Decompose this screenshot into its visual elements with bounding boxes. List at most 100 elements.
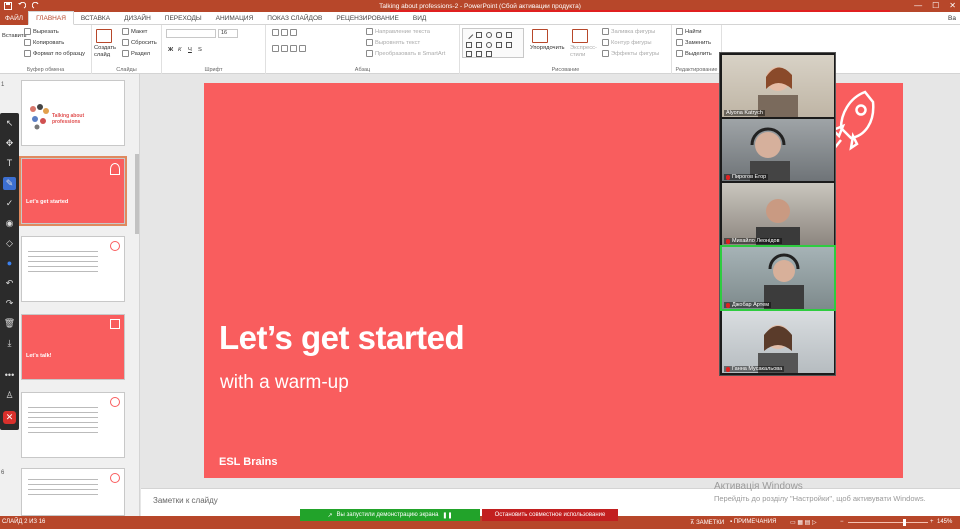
replace-button[interactable]: Заменить xyxy=(676,39,711,46)
rectangle-shape-icon[interactable] xyxy=(476,32,482,38)
rounded-rectangle-shape-icon[interactable] xyxy=(496,32,502,38)
paste-button[interactable]: Вставить xyxy=(2,33,27,39)
arrange-label[interactable]: Упорядочить xyxy=(530,45,565,51)
layout-button[interactable]: Макет xyxy=(122,28,147,35)
tab-view[interactable]: ВИД xyxy=(406,12,433,25)
italic-button[interactable]: К xyxy=(178,47,181,53)
slide-thumbnail-4[interactable]: Let’s talk! xyxy=(21,314,125,380)
align-buttons[interactable] xyxy=(272,45,306,52)
reset-button[interactable]: Сбросить xyxy=(122,39,157,46)
oval-shape-icon[interactable] xyxy=(486,32,492,38)
participant-video[interactable]: Михайло Леонідов xyxy=(722,183,834,245)
quick-styles-label[interactable]: Экспресс-стили xyxy=(570,45,600,59)
underline-button[interactable]: Ч xyxy=(188,47,192,53)
close-button[interactable]: ✕ xyxy=(949,1,956,10)
user-account[interactable]: Ва xyxy=(948,15,960,22)
tab-design[interactable]: ДИЗАЙН xyxy=(117,12,158,25)
slides-group: Создать слайд Макет Сбросить Раздел Слай… xyxy=(92,25,162,74)
color-picker-icon[interactable]: ● xyxy=(3,257,16,270)
zoom-slider-handle[interactable] xyxy=(903,519,906,526)
bold-button[interactable]: Ж xyxy=(168,47,173,53)
tab-insert[interactable]: ВСТАВКА xyxy=(74,12,117,25)
zoom-out-button[interactable]: − xyxy=(840,519,844,525)
participant-video[interactable]: Ганна Мусакальова xyxy=(722,311,834,373)
align-text-button[interactable]: Выровнять текст xyxy=(366,39,420,46)
new-slide-button[interactable] xyxy=(96,29,112,43)
slide-heading[interactable]: Let’s get started xyxy=(219,319,465,357)
notes-placeholder[interactable]: Заметки к слайду xyxy=(153,496,218,505)
participant-video-active[interactable]: Джобар Артем xyxy=(720,245,836,311)
callout-shape-icon[interactable] xyxy=(486,51,492,57)
text-icon[interactable]: T xyxy=(3,157,16,170)
check-icon[interactable]: ✓ xyxy=(3,197,16,210)
tab-review[interactable]: РЕЦЕНЗИРОВАНИЕ xyxy=(329,12,406,25)
font-size-select[interactable]: 16 xyxy=(218,29,238,38)
notes-toggle[interactable]: ⊼ ЗАМЕТКИ xyxy=(690,519,724,526)
zoom-slider[interactable] xyxy=(848,522,928,523)
slide-thumbnail-2[interactable]: Let’s get started xyxy=(19,156,127,226)
slide-thumbnail-6[interactable] xyxy=(21,468,125,516)
cut-button[interactable]: Вырезать xyxy=(24,28,59,35)
spotlight-icon[interactable]: ◉ xyxy=(3,217,16,230)
shape-effects-button[interactable]: Эффекты фигуры xyxy=(602,50,659,57)
shapes-gallery[interactable] xyxy=(462,28,524,58)
tab-slideshow[interactable]: ПОКАЗ СЛАЙДОВ xyxy=(260,12,329,25)
triangle-shape-icon[interactable] xyxy=(506,32,512,38)
zoom-in-button[interactable]: + xyxy=(930,519,934,525)
curve-shape-icon[interactable] xyxy=(466,51,472,57)
tab-home[interactable]: ГЛАВНАЯ xyxy=(28,11,74,25)
brace-shape-icon[interactable] xyxy=(476,51,482,57)
undo-annotation-icon[interactable]: ↶ xyxy=(3,277,16,290)
slide-brand[interactable]: ESL Brains xyxy=(219,456,278,468)
save-annotation-icon[interactable]: ⤓ xyxy=(3,337,16,350)
view-buttons[interactable]: ▭ ▦ ▤ ▷ xyxy=(790,519,817,526)
slide-thumbnail-5[interactable] xyxy=(21,392,125,458)
line-shape-icon[interactable] xyxy=(464,30,474,40)
bullets-button[interactable] xyxy=(272,29,297,36)
arrow-right-shape-icon[interactable] xyxy=(466,42,472,48)
pointer-icon[interactable]: ↖ xyxy=(3,117,16,130)
tab-file[interactable]: ФАЙЛ xyxy=(0,11,29,25)
tab-animation[interactable]: АНИМАЦИЯ xyxy=(209,12,261,25)
participant-video[interactable]: Alyona Katrych xyxy=(722,55,834,117)
minimize-button[interactable]: — xyxy=(914,1,922,10)
circle-shape-icon[interactable] xyxy=(486,42,492,48)
shape-outline-button[interactable]: Контур фигуры xyxy=(602,39,652,46)
find-button[interactable]: Найти xyxy=(676,28,702,35)
close-toolbar-icon[interactable]: ✕ xyxy=(3,411,16,424)
stop-sharing-button[interactable]: Остановить совместное использование xyxy=(482,509,618,521)
smartart-button[interactable]: Преобразовать в SmartArt xyxy=(366,50,445,57)
slide-subheading[interactable]: with a warm-up xyxy=(220,372,349,394)
redo-annotation-icon[interactable]: ↷ xyxy=(3,297,16,310)
new-slide-label[interactable]: Создать слайд xyxy=(94,45,118,59)
select-button[interactable]: Выделить xyxy=(676,50,712,57)
star-shape-icon[interactable] xyxy=(506,42,512,48)
bracket-shape-icon[interactable] xyxy=(496,42,502,48)
zoom-level[interactable]: 145% xyxy=(937,519,952,525)
pause-icon[interactable]: ❚❚ xyxy=(442,512,452,519)
text-direction-button[interactable]: Направление текста xyxy=(366,28,430,35)
format-painter-button[interactable]: Формат по образцу xyxy=(24,50,85,57)
eraser-icon[interactable]: ◇ xyxy=(3,237,16,250)
maximize-button[interactable]: ☐ xyxy=(932,1,939,10)
user-icon[interactable]: ♙ xyxy=(3,389,16,402)
quick-styles-button[interactable] xyxy=(572,29,588,43)
strikethrough-button[interactable]: S xyxy=(198,47,202,53)
arrow-down-shape-icon[interactable] xyxy=(476,42,482,48)
trash-icon[interactable]: 🗑 xyxy=(3,317,16,330)
move-icon[interactable]: ✥ xyxy=(3,137,16,150)
copy-button[interactable]: Копировать xyxy=(24,39,64,46)
section-button[interactable]: Раздел xyxy=(122,50,150,57)
tab-transitions[interactable]: ПЕРЕХОДЫ xyxy=(158,12,209,25)
shape-fill-button[interactable]: Заливка фигуры xyxy=(602,28,655,35)
arrange-button[interactable] xyxy=(532,29,548,43)
font-family-select[interactable] xyxy=(166,29,216,38)
slide-thumbnail-1[interactable]: Talking about professions xyxy=(21,80,125,146)
slide-thumbnail-3[interactable] xyxy=(21,236,125,302)
participant-video[interactable]: Пирогов Егор xyxy=(722,119,834,181)
thumbnails-scrollbar[interactable] xyxy=(135,154,139,234)
pen-icon[interactable]: ✎ xyxy=(3,177,16,190)
comments-toggle[interactable]: ▪ ПРИМЕЧАНИЯ xyxy=(730,519,776,525)
watermark-text: Перейдіть до розділу "Настройки", щоб ак… xyxy=(714,494,926,503)
more-icon[interactable]: ••• xyxy=(3,369,16,382)
